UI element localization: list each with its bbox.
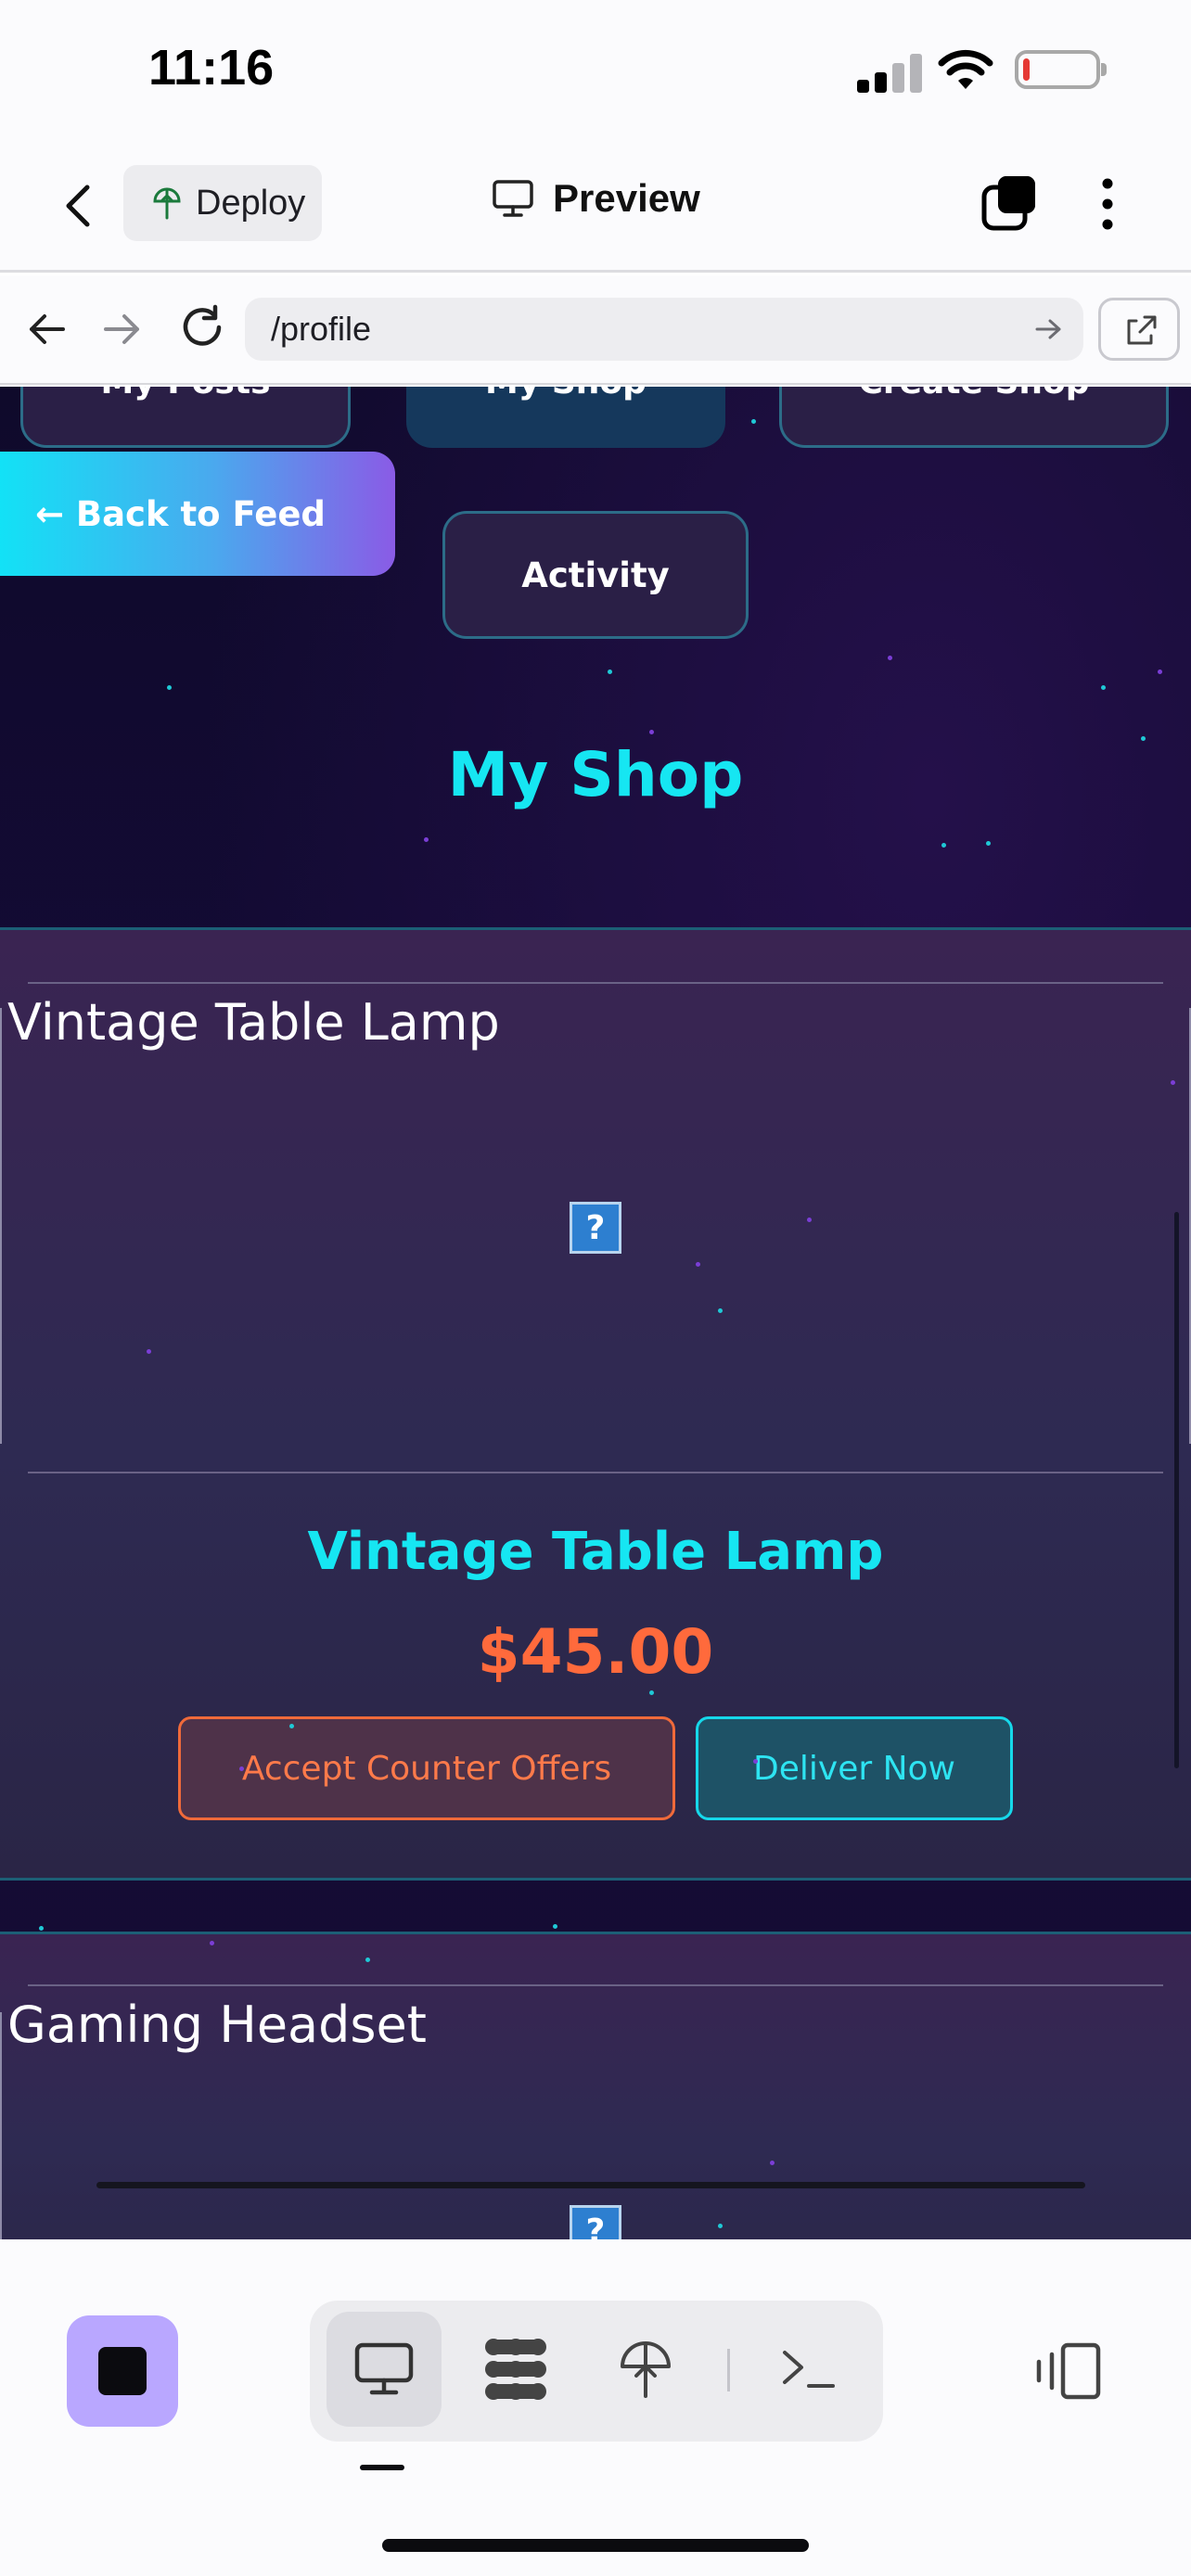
- nav-my-posts-button[interactable]: My Posts: [20, 387, 351, 448]
- star-decoration: [365, 1958, 370, 1962]
- star-decoration: [770, 2161, 775, 2165]
- nav-create-shop-button[interactable]: Create Shop: [779, 387, 1169, 448]
- web-page[interactable]: My Posts My Shop Create Shop ← Back to F…: [0, 387, 1191, 2239]
- reload-icon[interactable]: [178, 303, 226, 351]
- app-header: Deploy Preview: [0, 139, 1191, 273]
- url-text: /profile: [271, 310, 372, 348]
- horizontal-scrollbar[interactable]: [96, 2182, 1085, 2188]
- product-image-alt: Vintage Table Lamp: [7, 993, 500, 1052]
- wifi-icon: [938, 49, 993, 89]
- battery-level: [1023, 58, 1030, 81]
- deploy-button[interactable]: Deploy: [123, 165, 322, 241]
- browser-url-bar: /profile: [0, 275, 1191, 385]
- nav-my-shop-label: My Shop: [485, 387, 647, 402]
- product-image-alt: Gaming Headset: [7, 1996, 427, 2054]
- monitor-icon: [493, 180, 533, 217]
- toolbar-separator: [727, 2349, 730, 2391]
- star-decoration: [751, 419, 756, 424]
- deliver-now-button[interactable]: Deliver Now: [696, 1716, 1013, 1820]
- workspace-tool-button[interactable]: [458, 2312, 573, 2427]
- tabs-icon[interactable]: [980, 172, 1041, 234]
- star-decoration: [424, 837, 429, 842]
- deploy-label: Deploy: [196, 183, 306, 223]
- back-to-feed-button[interactable]: ← Back to Feed: [0, 452, 395, 576]
- accept-counter-offers-label: Accept Counter Offers: [241, 1749, 612, 1788]
- star-decoration: [718, 1308, 723, 1313]
- deploy-tool-button[interactable]: [588, 2312, 703, 2427]
- broken-image-icon: ?: [570, 2205, 621, 2239]
- product-card: Vintage Table Lamp ? Vintage Table Lamp …: [0, 927, 1191, 1881]
- card-divider: [28, 982, 1163, 984]
- deploy-tool-icon: [621, 2341, 671, 2398]
- broken-image-glyph: ?: [585, 2212, 606, 2240]
- product-card: Gaming Headset ?: [0, 1932, 1191, 2239]
- star-decoration: [718, 2224, 723, 2228]
- star-decoration: [986, 841, 991, 846]
- arrow-right-icon[interactable]: [102, 311, 143, 348]
- open-external-button[interactable]: [1098, 298, 1180, 361]
- arrow-left-icon[interactable]: [26, 311, 67, 348]
- cellular-signal-icon: [857, 54, 922, 93]
- active-tab-indicator: [360, 2465, 404, 2470]
- preview-title: Preview: [492, 176, 700, 221]
- star-decoration: [1101, 685, 1106, 690]
- preview-label: Preview: [553, 176, 700, 220]
- url-go-icon[interactable]: [1033, 314, 1065, 344]
- devices-icon[interactable]: [1031, 2341, 1102, 2401]
- star-decoration: [608, 670, 612, 674]
- more-vertical-icon[interactable]: [1093, 174, 1122, 234]
- console-tool-icon: [783, 2351, 835, 2388]
- nav-my-shop-button[interactable]: My Shop: [406, 387, 725, 448]
- preview-tool-icon: [354, 2342, 414, 2395]
- status-time: 11:16: [148, 40, 275, 96]
- star-decoration: [649, 1690, 654, 1695]
- star-decoration: [696, 1262, 700, 1267]
- broken-image-icon: ?: [570, 1202, 621, 1254]
- deliver-now-label: Deliver Now: [753, 1749, 955, 1788]
- bottom-toolbar: [0, 2239, 1191, 2576]
- star-decoration: [1158, 670, 1162, 674]
- chevron-left-icon[interactable]: [56, 180, 104, 232]
- star-decoration: [1171, 1080, 1175, 1085]
- preview-tool-button[interactable]: [327, 2312, 442, 2427]
- nav-my-posts-label: My Posts: [100, 387, 270, 402]
- home-indicator[interactable]: [382, 2539, 809, 2552]
- star-decoration: [147, 1349, 151, 1354]
- star-decoration: [753, 1759, 758, 1764]
- star-decoration: [289, 1724, 294, 1728]
- card-divider: [28, 1472, 1163, 1473]
- section-title: My Shop: [447, 739, 744, 810]
- battery-icon: [1015, 50, 1107, 89]
- deploy-icon: [153, 187, 181, 220]
- image-frame: [0, 1008, 2, 1444]
- product-name: Vintage Table Lamp: [307, 1522, 884, 1582]
- stop-icon: [98, 2347, 147, 2395]
- activity-button[interactable]: Activity: [442, 511, 749, 639]
- star-decoration: [39, 1926, 44, 1931]
- broken-image-glyph: ?: [585, 1208, 606, 1247]
- star-decoration: [167, 685, 172, 690]
- open-external-icon: [1127, 315, 1157, 345]
- vertical-scrollbar[interactable]: [1174, 1212, 1179, 1768]
- star-decoration: [941, 843, 946, 848]
- image-frame: [0, 2012, 2, 2239]
- url-input[interactable]: /profile: [245, 298, 1083, 361]
- console-tool-button[interactable]: [751, 2312, 866, 2427]
- star-decoration: [807, 1218, 812, 1222]
- back-to-feed-label: ← Back to Feed: [35, 493, 326, 534]
- product-price: $45.00: [477, 1616, 714, 1688]
- tool-switcher: [310, 2301, 883, 2442]
- nav-create-shop-label: Create Shop: [858, 387, 1089, 402]
- stop-button[interactable]: [67, 2315, 178, 2427]
- status-bar: 11:16: [0, 0, 1191, 139]
- card-divider: [28, 1984, 1163, 1986]
- accept-counter-offers-button[interactable]: Accept Counter Offers: [178, 1716, 675, 1820]
- star-decoration: [239, 1766, 244, 1771]
- workspace-tool-icon: [485, 2339, 546, 2400]
- activity-label: Activity: [521, 555, 670, 595]
- star-decoration: [210, 1941, 214, 1945]
- star-decoration: [553, 1924, 557, 1929]
- star-decoration: [888, 656, 892, 660]
- star-decoration: [649, 730, 654, 734]
